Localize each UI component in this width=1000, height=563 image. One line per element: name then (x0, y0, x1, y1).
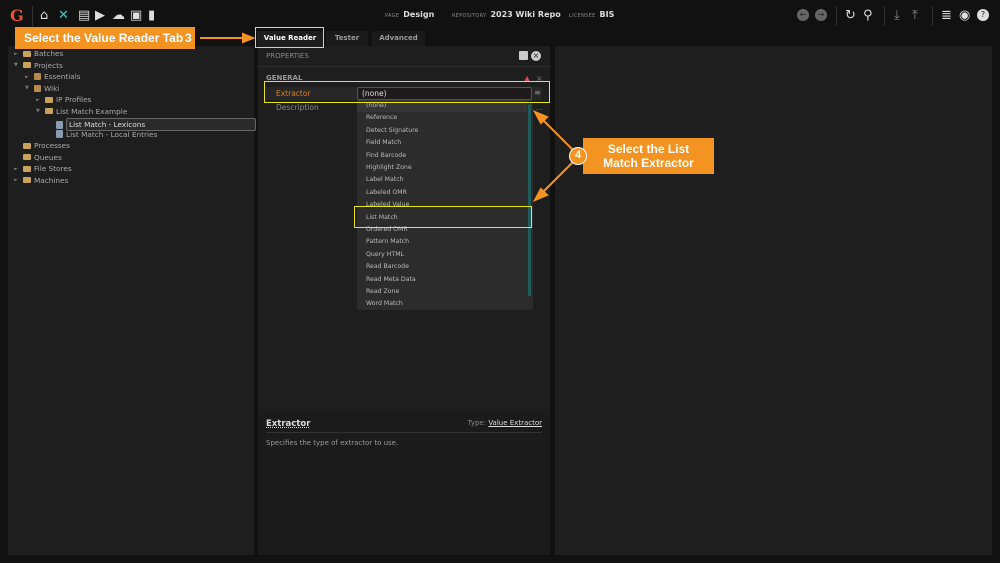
step-number-4: 4 (569, 147, 587, 165)
callout-step-3: Select the Value Reader Tab (15, 27, 195, 49)
callout-step-4: Select the List Match Extractor (583, 138, 714, 174)
callout-arrows (200, 32, 576, 203)
step-number-3: 3 (185, 31, 192, 45)
